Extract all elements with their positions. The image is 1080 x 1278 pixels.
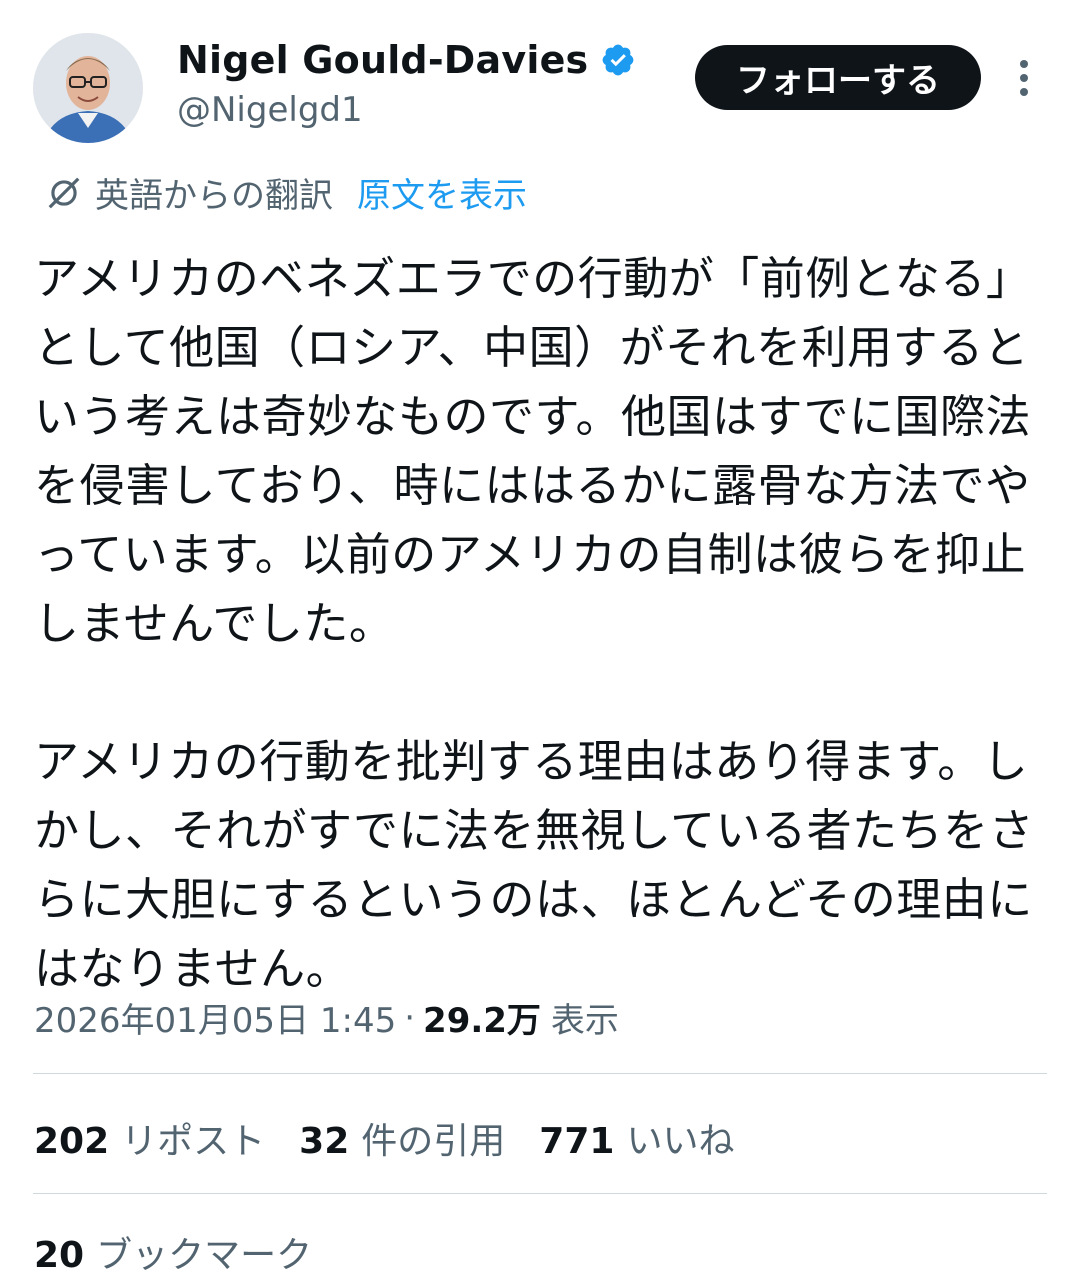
tweet-text: アメリカのベネズエラでの行動が「前例となる」として他国（ロシア、中国）がそれを利…	[34, 244, 1039, 1003]
meta-separator: ·	[404, 997, 416, 1038]
likes-stat[interactable]: 771 いいね	[539, 1112, 734, 1164]
divider-bottom	[33, 1193, 1047, 1194]
timestamp[interactable]: 2026年01月05日 1:45	[34, 993, 396, 1042]
views-label[interactable]: 表示	[551, 993, 619, 1042]
author-handle[interactable]: @Nigelgd1	[177, 90, 363, 130]
reposts-label: リポスト	[121, 1121, 266, 1162]
follow-button[interactable]: フォローする	[695, 45, 981, 110]
tweet-meta: 2026年01月05日 1:45 · 29.2万 表示	[34, 993, 619, 1042]
tweet-paragraph-1: アメリカのベネズエラでの行動が「前例となる」として他国（ロシア、中国）がそれを利…	[34, 252, 1032, 650]
likes-label: いいね	[626, 1121, 735, 1162]
engagement-stats: 202 リポスト 32 件の引用 771 いいね	[34, 1112, 734, 1164]
bookmarks-count: 20	[34, 1235, 85, 1276]
author-name-row[interactable]: Nigel Gould-Davies	[177, 38, 636, 82]
quotes-count: 32	[299, 1121, 350, 1162]
translation-row: 英語からの翻訳 原文を表示	[45, 168, 527, 217]
show-original-link[interactable]: 原文を表示	[357, 168, 527, 217]
divider-top	[33, 1073, 1047, 1074]
views-count[interactable]: 29.2万	[423, 993, 541, 1042]
more-options-icon[interactable]	[1010, 58, 1040, 98]
verified-badge-icon	[603, 44, 634, 76]
translation-label: 英語からの翻訳	[95, 176, 333, 216]
likes-count: 771	[539, 1121, 615, 1162]
avatar-photo	[33, 33, 143, 143]
reposts-stat[interactable]: 202 リポスト	[34, 1112, 265, 1164]
avatar[interactable]	[33, 33, 143, 143]
quotes-stat[interactable]: 32 件の引用	[299, 1112, 505, 1164]
tweet-paragraph-2: アメリカの行動を批判する理由はあり得ます。しかし、それがすでに法を無視している者…	[34, 735, 1035, 995]
bookmarks-stat[interactable]: 20 ブックマーク	[34, 1226, 312, 1278]
bookmarks-label: ブックマーク	[96, 1235, 313, 1276]
reposts-count: 202	[34, 1121, 110, 1162]
author-display-name[interactable]: Nigel Gould-Davies	[177, 38, 588, 82]
quotes-label: 件の引用	[361, 1121, 506, 1162]
translate-icon	[48, 177, 80, 208]
